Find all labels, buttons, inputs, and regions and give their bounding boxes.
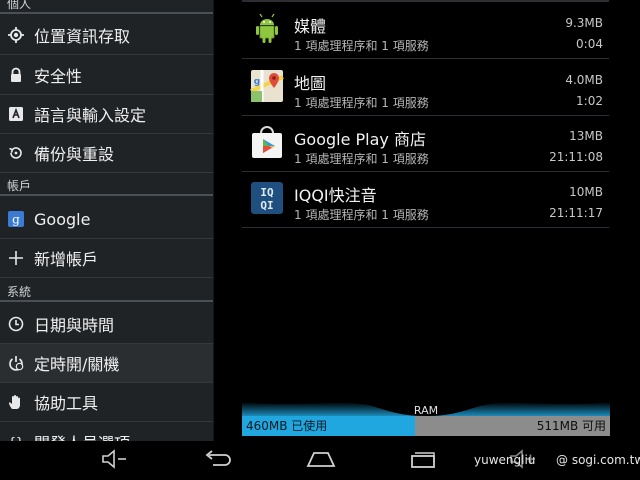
sidebar-item-label: 協助工具 [34, 394, 99, 413]
keyboard-a-icon [8, 106, 24, 122]
sidebar-item-label: 新增帳戶 [34, 250, 99, 269]
ram-used-segment: 460MB 已使用 [242, 416, 415, 436]
sidebar-item-backup[interactable]: 備份與重設 [0, 134, 213, 173]
restore-icon [8, 145, 24, 161]
app-description: 1 項處理程序和 1 項服務 [294, 96, 429, 110]
sidebar-item-language[interactable]: 語言與輸入設定 [0, 95, 213, 134]
iqqi-icon: IQ QI [250, 181, 284, 215]
app-name: Google Play 商店 [294, 130, 426, 149]
app-name: 地圖 [294, 74, 327, 93]
app-run-time: 0:04 [576, 37, 603, 51]
sidebar-item-label: 安全性 [34, 67, 83, 86]
app-run-time: 21:11:17 [549, 206, 603, 220]
location-target-icon [8, 27, 24, 43]
app-name: IQQI快注音 [294, 186, 377, 205]
sidebar-item-security[interactable]: 安全性 [0, 56, 213, 95]
ram-bar: 460MB 已使用 511MB 可用 [242, 416, 610, 436]
power-clock-icon [8, 355, 24, 371]
sidebar-item-developer[interactable]: {} 開發人員選項 [0, 423, 213, 441]
hand-icon [8, 394, 24, 410]
watermark-author: yuwengliu [474, 453, 536, 467]
google-g-icon: g [8, 211, 24, 227]
app-memory-size: 4.0MB [565, 73, 603, 87]
app-description: 1 項處理程序和 1 項服務 [294, 39, 429, 53]
running-apps-panel: 媒體 1 項處理程序和 1 項服務 9.3MB 0:04 g 地圖 1 項處理程… [214, 0, 640, 441]
play-store-icon [250, 125, 284, 159]
home-icon [306, 450, 336, 472]
lock-icon [8, 67, 24, 83]
recent-apps-button[interactable] [408, 449, 438, 473]
watermark-site: @ sogi.com.tw [556, 453, 640, 467]
back-button[interactable] [202, 449, 234, 473]
sidebar-item-label: 定時開/關機 [34, 355, 120, 374]
sidebar-item-add-account[interactable]: 新增帳戶 [0, 239, 213, 278]
maps-icon: g [250, 69, 284, 103]
settings-sidebar: 個人 位置資訊存取 安全性 語言與輸入設定 備份與重設 帳戶 g Google [0, 0, 214, 441]
sidebar-item-scheduled-power[interactable]: 定時開/關機 [0, 344, 213, 383]
app-memory-size: 10MB [569, 185, 603, 199]
app-row-maps[interactable]: g 地圖 1 項處理程序和 1 項服務 4.0MB 1:02 [242, 59, 609, 116]
app-row-media[interactable]: 媒體 1 項處理程序和 1 項服務 9.3MB 0:04 [242, 2, 609, 59]
recent-apps-icon [409, 449, 437, 473]
sidebar-item-location[interactable]: 位置資訊存取 [0, 16, 213, 55]
clock-icon [8, 316, 24, 332]
svg-text:IQ: IQ [260, 186, 274, 199]
volume-down-button[interactable] [100, 449, 130, 473]
sidebar-item-label: 開發人員選項 [34, 430, 130, 441]
sidebar-item-date-time[interactable]: 日期與時間 [0, 305, 213, 344]
volume-down-icon [101, 449, 129, 473]
app-description: 1 項處理程序和 1 項服務 [294, 152, 429, 166]
app-run-time: 21:11:08 [549, 150, 603, 164]
sidebar-item-label: Google [34, 209, 91, 229]
app-row-iqqi[interactable]: IQ QI IQQI快注音 1 項處理程序和 1 項服務 10MB 21:11:… [242, 171, 609, 228]
plus-icon [8, 250, 24, 266]
section-header-personal: 個人 [0, 0, 213, 14]
svg-text:g: g [12, 213, 20, 227]
android-robot-icon [250, 12, 284, 46]
sidebar-item-accessibility[interactable]: 協助工具 [0, 383, 213, 422]
app-row-play-store[interactable]: Google Play 商店 1 項處理程序和 1 項服務 13MB 21:11… [242, 115, 609, 172]
ram-usage: RAM 460MB 已使用 511MB 可用 [242, 388, 610, 438]
sidebar-item-label: 日期與時間 [34, 316, 115, 335]
sidebar-item-label: 語言與輸入設定 [34, 106, 147, 125]
app-memory-size: 13MB [569, 129, 603, 143]
home-button[interactable] [305, 449, 337, 473]
section-header-system: 系統 [0, 283, 213, 302]
sidebar-item-label: 位置資訊存取 [34, 27, 131, 46]
sidebar-item-label: 備份與重設 [34, 145, 115, 164]
braces-icon: {} [8, 434, 24, 441]
app-run-time: 1:02 [576, 94, 603, 108]
back-icon [203, 450, 233, 472]
section-header-accounts: 帳戶 [0, 177, 213, 196]
svg-text:QI: QI [260, 199, 273, 212]
svg-text:g: g [254, 77, 260, 87]
app-memory-size: 9.3MB [565, 16, 603, 30]
system-navigation-bar: yuwengliu @ sogi.com.tw [0, 441, 640, 480]
sidebar-item-google[interactable]: g Google [0, 200, 213, 239]
app-name: 媒體 [294, 17, 327, 36]
ram-free-text: 511MB 可用 [536, 419, 606, 433]
ram-used-text: 460MB 已使用 [246, 419, 328, 433]
app-description: 1 項處理程序和 1 項服務 [294, 208, 429, 222]
